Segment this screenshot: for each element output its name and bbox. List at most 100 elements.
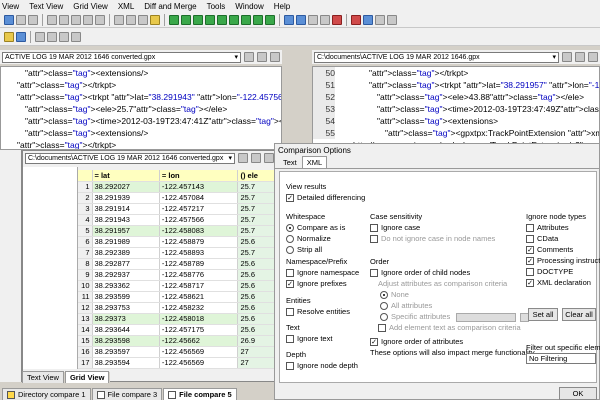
right-xml-pane[interactable]: 50 "attr">class="tag"></trkpt> 51 "attr">cl… xyxy=(312,66,600,150)
ignore-child-order-checkbox[interactable]: Ignore order of child nodes xyxy=(370,267,535,278)
right-print-icon[interactable] xyxy=(588,52,598,62)
menu-xml[interactable]: XML xyxy=(118,2,134,11)
xml-line[interactable]: "attr">class="tag"><ele>25.7"attr">class… xyxy=(1,103,281,115)
doc-tab-directory-compare[interactable]: Directory compare 1 xyxy=(2,387,91,400)
ignore-namespace-checkbox[interactable]: Ignore namespace xyxy=(286,267,359,278)
layout-icon[interactable] xyxy=(375,14,385,25)
ignore-attr-order-checkbox[interactable]: ✓ Ignore order of attributes xyxy=(370,336,535,347)
table-row[interactable]: 11 38.293599 -122.458621 25.6 xyxy=(78,291,276,303)
table-row[interactable]: 13 38.29373 -122.458018 25.6 xyxy=(78,313,276,325)
collapse-icon[interactable] xyxy=(47,31,57,42)
ws-strip-radio[interactable]: Strip all xyxy=(286,244,370,255)
table-row[interactable]: 7 38.292389 -122.458893 25.7 xyxy=(78,247,276,259)
xml-line[interactable]: 55 "attr">class="tag"><gpxtpx:TrackPointE… xyxy=(313,127,599,139)
tab-text-view[interactable]: Text View xyxy=(22,371,64,383)
grid-save-icon[interactable] xyxy=(251,153,261,163)
sync-icon[interactable] xyxy=(253,14,263,25)
table-row[interactable]: 3 38.291914 -122.457217 25.7 xyxy=(78,203,276,215)
grid-header-cell[interactable]: () ele xyxy=(237,170,276,182)
menu-view[interactable]: View xyxy=(2,2,19,11)
nt-processing-checkbox[interactable]: ✓Processing instruction xyxy=(526,255,600,266)
xml-line[interactable]: "attr">class="tag"></trkpt> xyxy=(1,79,281,91)
grid-header-cell[interactable]: = lon xyxy=(159,170,239,182)
doc-tab-file-compare-5[interactable]: File compare 5 xyxy=(163,387,237,400)
menu-text-view[interactable]: Text View xyxy=(29,2,63,11)
stop-icon[interactable] xyxy=(332,14,342,25)
specific-attrs-combo[interactable] xyxy=(456,312,517,322)
merge-red-icon[interactable] xyxy=(351,14,361,25)
resolve-entities-checkbox[interactable]: Resolve entities xyxy=(286,306,350,317)
dialog-tab-xml[interactable]: XML xyxy=(301,156,328,168)
xml-line[interactable]: "attr">class="tag"><extensions/> xyxy=(1,127,281,139)
expand-icon[interactable] xyxy=(35,31,45,42)
ok-button[interactable]: OK xyxy=(559,387,597,400)
xml-line[interactable]: "attr">class="tag"><extensions/> xyxy=(1,67,281,79)
tab-grid-view[interactable]: Grid View xyxy=(64,371,110,383)
ignore-depth-checkbox[interactable]: Ignore node depth xyxy=(286,360,358,371)
table-row[interactable]: 16 38.293597 -122.456569 27 xyxy=(78,346,276,358)
compare-icon[interactable] xyxy=(284,14,294,25)
xml-line[interactable]: 52 "attr">class="tag"><ele>43.88"attr">cl… xyxy=(313,91,599,103)
table-row[interactable]: 5 38.291957 -122.458083 25.7 xyxy=(78,225,276,237)
split-icon[interactable] xyxy=(363,14,373,25)
nt-attributes-checkbox[interactable]: Attributes xyxy=(526,222,598,233)
table-row[interactable]: 17 38.293594 -122.456569 27 xyxy=(78,357,276,369)
xml-line[interactable]: 54 "attr">class="tag"><extensions> xyxy=(313,115,599,127)
grid-header-cell[interactable]: = lat xyxy=(92,170,160,182)
validate-icon[interactable] xyxy=(59,31,69,42)
xml-icon[interactable] xyxy=(4,31,14,42)
left-save-icon[interactable] xyxy=(257,52,267,62)
attr-specific-radio[interactable]: Specific attributes xyxy=(370,311,535,322)
xml-line[interactable]: "attr">class="tag"><trkpt "attr">lat="38… xyxy=(1,91,281,103)
replace-icon[interactable] xyxy=(138,14,148,25)
copy-icon[interactable] xyxy=(59,14,69,25)
table-row[interactable]: 14 38.293644 -122.457175 25.6 xyxy=(78,324,276,336)
recompare-icon[interactable] xyxy=(296,14,306,25)
xml-line[interactable]: 51 "attr">class="tag"><trkpt "attr">lat="… xyxy=(313,79,599,91)
save-icon[interactable] xyxy=(28,14,38,25)
right-open-icon[interactable] xyxy=(562,52,572,62)
ignore-case-checkbox[interactable]: Ignore case xyxy=(370,222,495,233)
merge-icon[interactable] xyxy=(241,14,251,25)
nt-xmldecl-checkbox[interactable]: ✓ XML declaration xyxy=(526,277,598,288)
menu-diff-merge[interactable]: Diff and Merge xyxy=(144,2,196,11)
first-diff-icon[interactable] xyxy=(169,14,179,25)
last-diff-icon[interactable] xyxy=(205,14,215,25)
doc-tab-file-compare-3[interactable]: File compare 3 xyxy=(91,387,163,400)
table-row[interactable]: 2 38.291939 -122.457084 25.7 xyxy=(78,192,276,204)
xml-line[interactable]: 50 "attr">class="tag"></trkpt> xyxy=(313,67,599,79)
open-icon[interactable] xyxy=(16,14,26,25)
filter-combo[interactable]: No Filtering xyxy=(526,353,596,364)
table-row[interactable]: 12 38.293753 -122.458232 25.6 xyxy=(78,302,276,314)
nt-doctype-checkbox[interactable]: DOCTYPE xyxy=(526,266,598,277)
table-row[interactable]: 9 38.292937 -122.458776 25.6 xyxy=(78,269,276,281)
copy-right-icon[interactable] xyxy=(229,14,239,25)
redo-icon[interactable] xyxy=(95,14,105,25)
nt-comments-checkbox[interactable]: ✓ Comments xyxy=(526,244,598,255)
table-row[interactable]: 6 38.291989 -122.458879 25.6 xyxy=(78,236,276,248)
menu-tools[interactable]: Tools xyxy=(207,2,226,11)
grid-path-combo[interactable]: C:\documents\ACTIVE LOG 19 MAR 2012 1646… xyxy=(25,152,235,164)
nt-cdata-checkbox[interactable]: CData xyxy=(526,233,598,244)
grid-open-icon[interactable] xyxy=(238,153,248,163)
bookmark-icon[interactable] xyxy=(150,14,160,25)
ignore-prefixes-checkbox[interactable]: ✓ Ignore prefixes xyxy=(286,278,359,289)
filter-icon[interactable] xyxy=(320,14,330,25)
new-icon[interactable] xyxy=(4,14,14,25)
ignore-text-checkbox[interactable]: Ignore text xyxy=(286,333,332,344)
grid-print-icon[interactable] xyxy=(264,153,274,163)
set-all-button[interactable]: Set all xyxy=(528,308,558,321)
format-icon[interactable] xyxy=(71,31,81,42)
table-row[interactable]: 15 38.293598 -122.45662 26.9 xyxy=(78,335,276,347)
settings-icon[interactable] xyxy=(387,14,397,25)
next-diff-icon[interactable] xyxy=(193,14,203,25)
right-save-icon[interactable] xyxy=(575,52,585,62)
table-row[interactable]: 1 38.292027 -122.457143 25.7 xyxy=(78,181,276,193)
xml-line[interactable]: 53 "attr">class="tag"><time>2012-03-19T23… xyxy=(313,103,599,115)
dialog-tab-text[interactable]: Text xyxy=(279,157,301,168)
attr-none-radio[interactable]: None xyxy=(370,289,535,300)
left-path-combo[interactable]: ACTIVE LOG 19 MAR 2012 1646 converted.gp… xyxy=(2,51,241,63)
attr-all-radio[interactable]: All attributes xyxy=(370,300,535,311)
options-icon[interactable] xyxy=(308,14,318,25)
right-path-combo[interactable]: C:\documents\ACTIVE LOG 19 MAR 2012 1646… xyxy=(314,51,559,63)
